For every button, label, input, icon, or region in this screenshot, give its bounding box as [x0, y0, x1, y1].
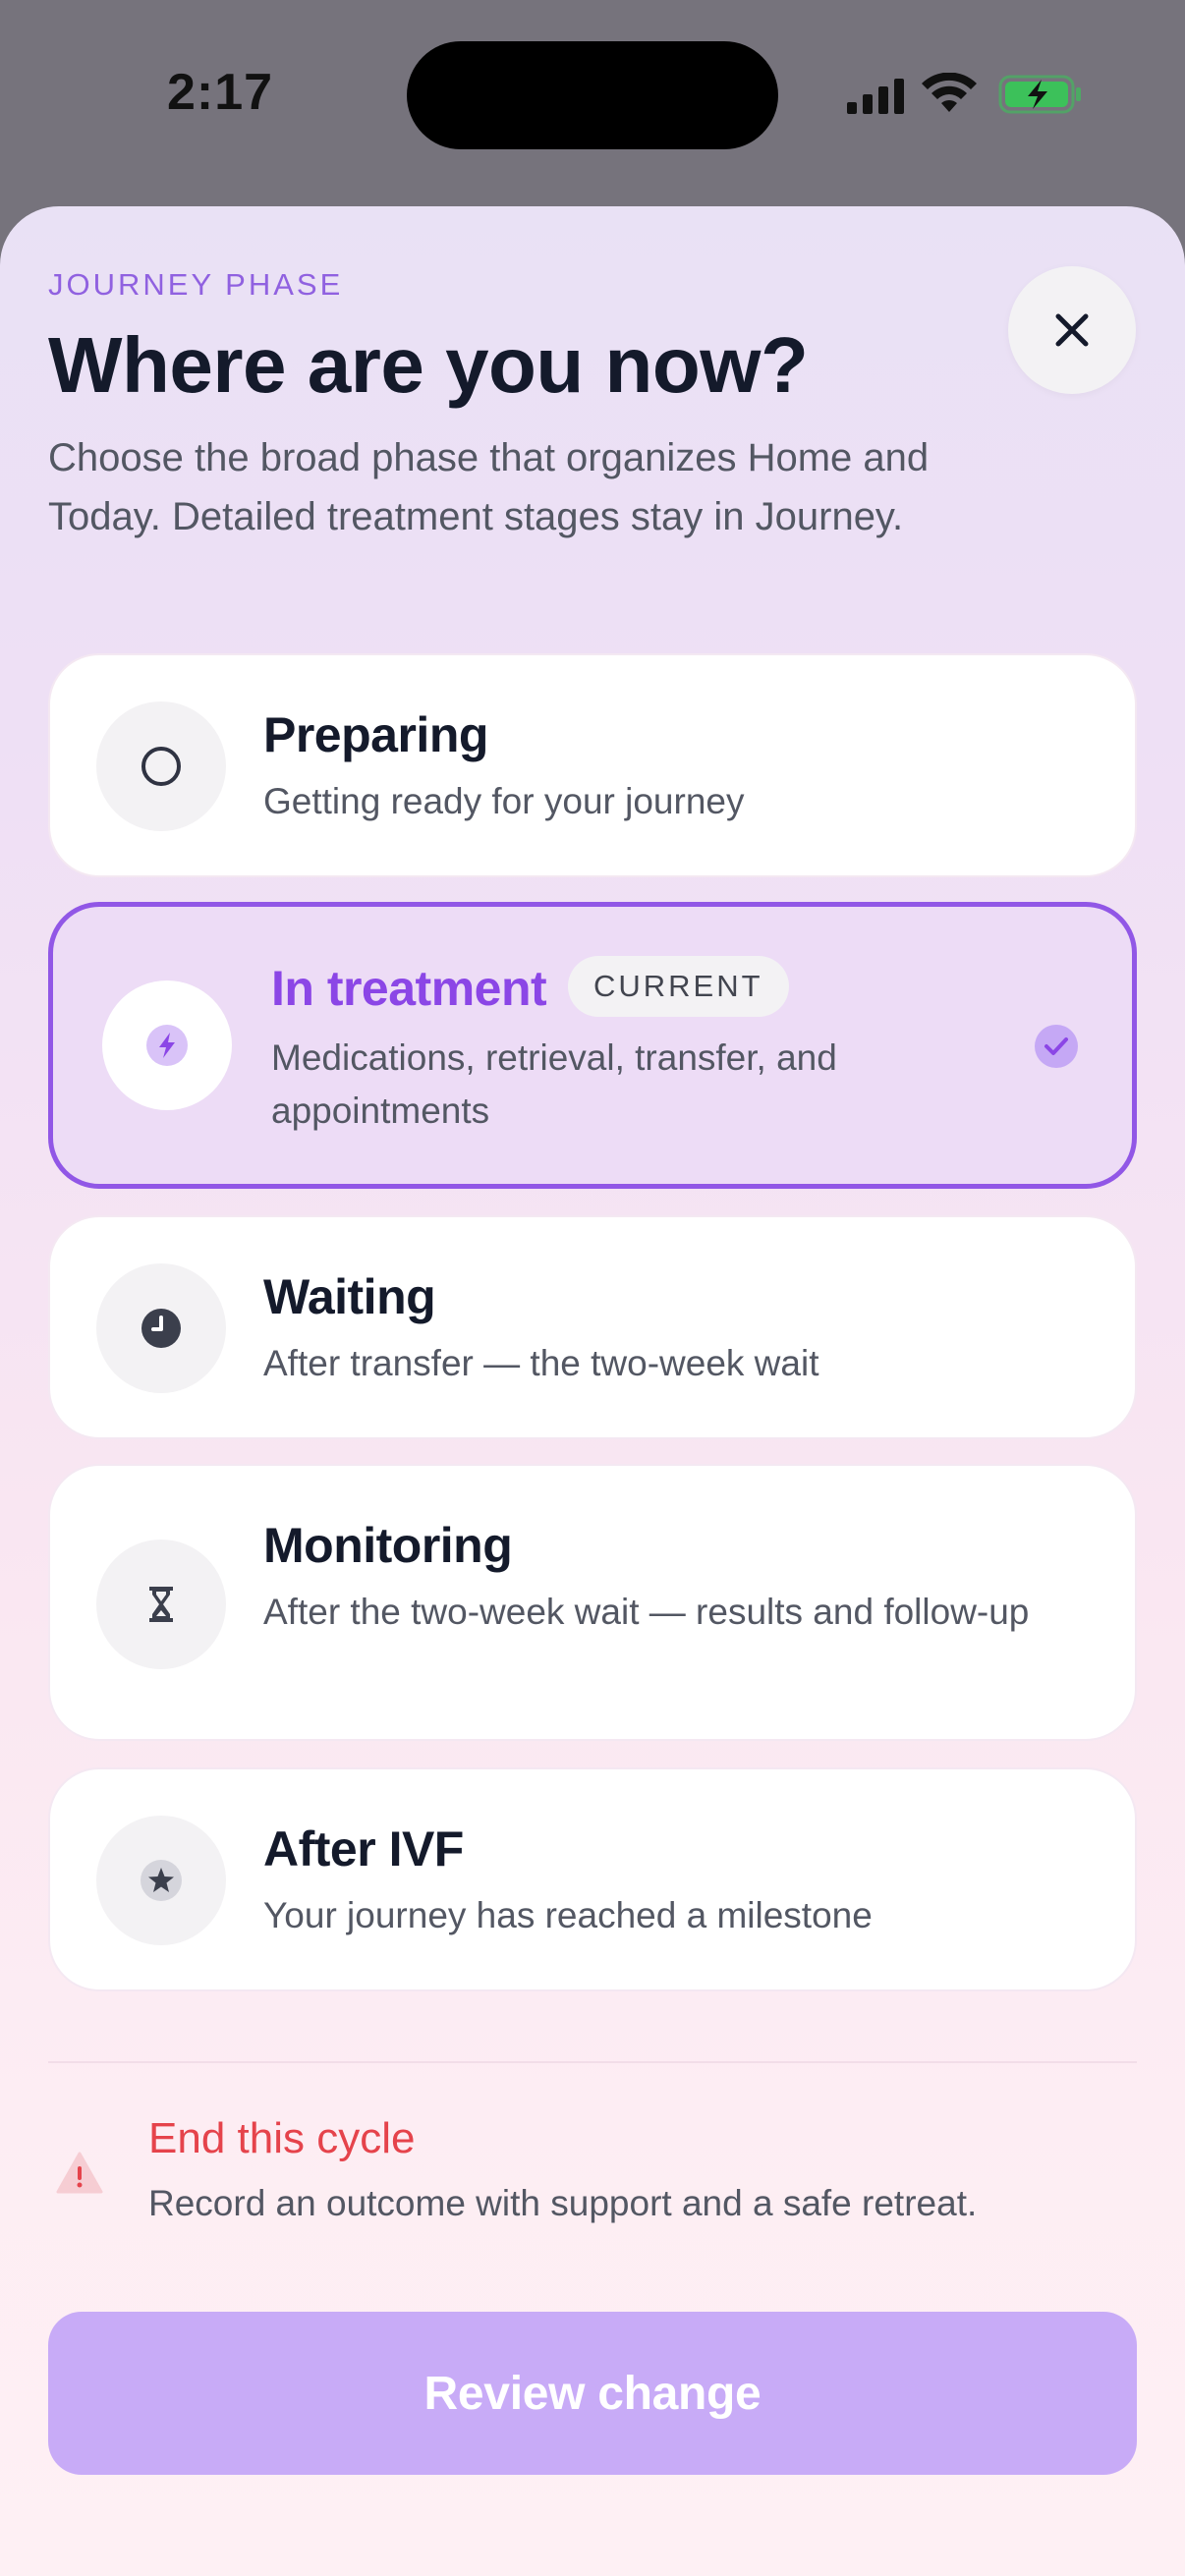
circle-outline-icon [141, 747, 181, 786]
phase-option-in-treatment[interactable]: In treatment CURRENT Medications, retrie… [48, 902, 1137, 1189]
warning-icon [56, 2152, 103, 2194]
sheet-subtitle: Choose the broad phase that organizes Ho… [48, 436, 930, 538]
hourglass-icon [149, 1587, 173, 1622]
wifi-icon [922, 73, 977, 112]
phase-title: Monitoring [263, 1518, 513, 1573]
phase-icon-container [96, 701, 226, 831]
current-badge: CURRENT [568, 956, 789, 1017]
status-bar: 2:17 [0, 0, 1185, 196]
end-cycle-description: Record an outcome with support and a saf… [148, 2183, 978, 2223]
end-cycle-link[interactable]: End this cycle [148, 2114, 415, 2163]
clock-icon [141, 1309, 181, 1348]
phase-icon-container [96, 1540, 226, 1669]
phase-title: In treatment [271, 961, 547, 1016]
dynamic-island [407, 41, 778, 149]
phase-sheet: JOURNEY PHASE Where are you now? Choose … [0, 206, 1185, 2576]
lightning-icon [146, 1025, 188, 1066]
signal-icon [847, 79, 904, 114]
phase-icon-container [102, 980, 232, 1110]
review-change-button[interactable]: Review change [48, 2312, 1137, 2475]
check-icon [1035, 1025, 1078, 1068]
phase-description: Your journey has reached a milestone [263, 1895, 873, 1935]
star-icon [141, 1860, 182, 1901]
sheet-eyebrow: JOURNEY PHASE [48, 267, 344, 302]
phase-icon-container [96, 1816, 226, 1945]
phase-option-waiting[interactable]: Waiting After transfer — the two-week wa… [48, 1215, 1137, 1439]
phase-title: Preparing [263, 707, 488, 762]
sheet-title: Where are you now? [48, 321, 809, 409]
close-button[interactable] [1008, 266, 1136, 394]
phase-description: Medications, retrieval, transfer, and ap… [271, 1037, 837, 1131]
phase-title: Waiting [263, 1269, 436, 1324]
phase-description: Getting ready for your journey [263, 781, 745, 821]
phase-option-monitoring[interactable]: Monitoring After the two-week wait — res… [48, 1464, 1137, 1741]
battery-charging-icon [998, 75, 1081, 114]
status-time: 2:17 [167, 64, 274, 121]
phase-description: After transfer — the two-week wait [263, 1343, 819, 1383]
section-divider [48, 2061, 1137, 2063]
phase-option-preparing[interactable]: Preparing Getting ready for your journey [48, 653, 1137, 877]
close-icon [1055, 313, 1089, 347]
phase-option-after-ivf[interactable]: After IVF Your journey has reached a mil… [48, 1767, 1137, 1991]
phase-icon-container [96, 1263, 226, 1393]
phase-title: After IVF [263, 1821, 464, 1876]
phase-description: After the two-week wait — results and fo… [263, 1592, 1030, 1632]
